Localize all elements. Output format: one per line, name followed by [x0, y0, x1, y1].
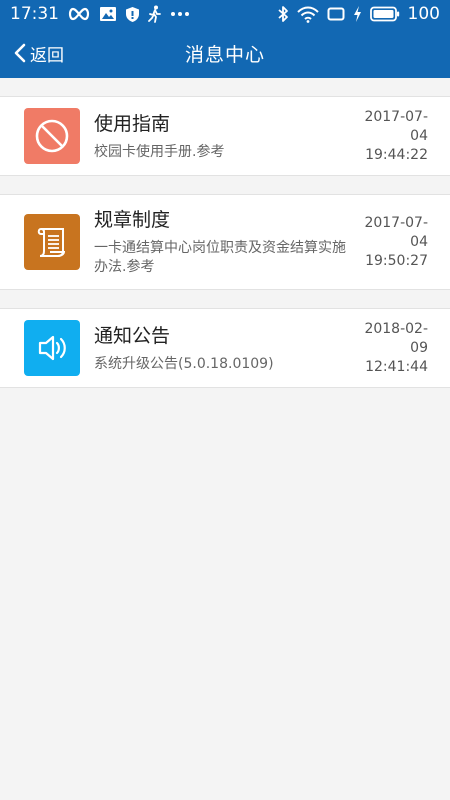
scroll-icon: [24, 214, 80, 270]
status-bar: 17:31 100: [0, 0, 450, 28]
shield-icon: [125, 5, 140, 23]
message-subtitle: 系统升级公告(5.0.18.0109): [94, 355, 274, 372]
message-title: 通知公告: [94, 324, 171, 347]
wifi-icon: [296, 5, 319, 23]
message-subtitle: 校园卡使用手册.参考: [94, 143, 225, 160]
message-list: 使用指南 校园卡使用手册.参考 2017-07-04 19:44:22 规章制度…: [0, 78, 450, 388]
message-time: 19:50:27: [365, 252, 428, 269]
screen-icon: [327, 5, 345, 23]
compass-icon: [24, 108, 80, 164]
infinity-icon: [67, 5, 91, 23]
message-timestamp: 2017-07-04 19:50:27: [350, 214, 428, 271]
message-date: 2017-07-04: [364, 108, 428, 144]
message-time: 19:44:22: [365, 146, 428, 163]
message-title: 规章制度: [94, 209, 171, 231]
message-timestamp: 2018-02-09 12:41:44: [350, 320, 428, 377]
message-item-regulations[interactable]: 规章制度 一卡通结算中心岗位职责及资金结算实施办法.参考 2017-07-04 …: [0, 194, 450, 290]
message-time: 12:41:44: [365, 358, 428, 375]
battery-icon: [369, 5, 400, 23]
status-time: 17:31: [10, 4, 59, 24]
message-body: 通知公告 系统升级公告(5.0.18.0109): [80, 323, 350, 374]
charging-icon: [353, 5, 362, 23]
screen: 17:31 100 返回 消息中心 使用指南 校园卡使用手册.参考 2017-0…: [0, 0, 450, 800]
speaker-icon: [24, 320, 80, 376]
message-body: 使用指南 校园卡使用手册.参考: [80, 111, 350, 162]
message-date: 2017-07-04: [364, 214, 428, 250]
page-title: 消息中心: [184, 43, 265, 66]
more-dots-icon: [170, 5, 190, 23]
message-timestamp: 2017-07-04 19:44:22: [350, 108, 428, 165]
message-body: 规章制度 一卡通结算中心岗位职责及资金结算实施办法.参考: [80, 207, 350, 277]
back-button[interactable]: 返回: [14, 28, 64, 78]
message-item-guide[interactable]: 使用指南 校园卡使用手册.参考 2017-07-04 19:44:22: [0, 96, 450, 176]
chevron-left-icon: [14, 43, 26, 63]
message-subtitle: 一卡通结算中心岗位职责及资金结算实施办法.参考: [94, 240, 346, 275]
image-icon: [99, 5, 117, 23]
status-left: 17:31: [10, 4, 190, 24]
status-right: 100: [277, 4, 440, 24]
message-item-notice[interactable]: 通知公告 系统升级公告(5.0.18.0109) 2018-02-09 12:4…: [0, 308, 450, 388]
message-date: 2018-02-09: [364, 320, 428, 356]
back-label: 返回: [30, 45, 64, 66]
bluetooth-icon: [277, 5, 289, 23]
message-title: 使用指南: [94, 112, 171, 135]
title-bar: 返回 消息中心: [0, 28, 450, 78]
battery-level: 100: [407, 4, 440, 24]
walking-icon: [148, 5, 162, 23]
